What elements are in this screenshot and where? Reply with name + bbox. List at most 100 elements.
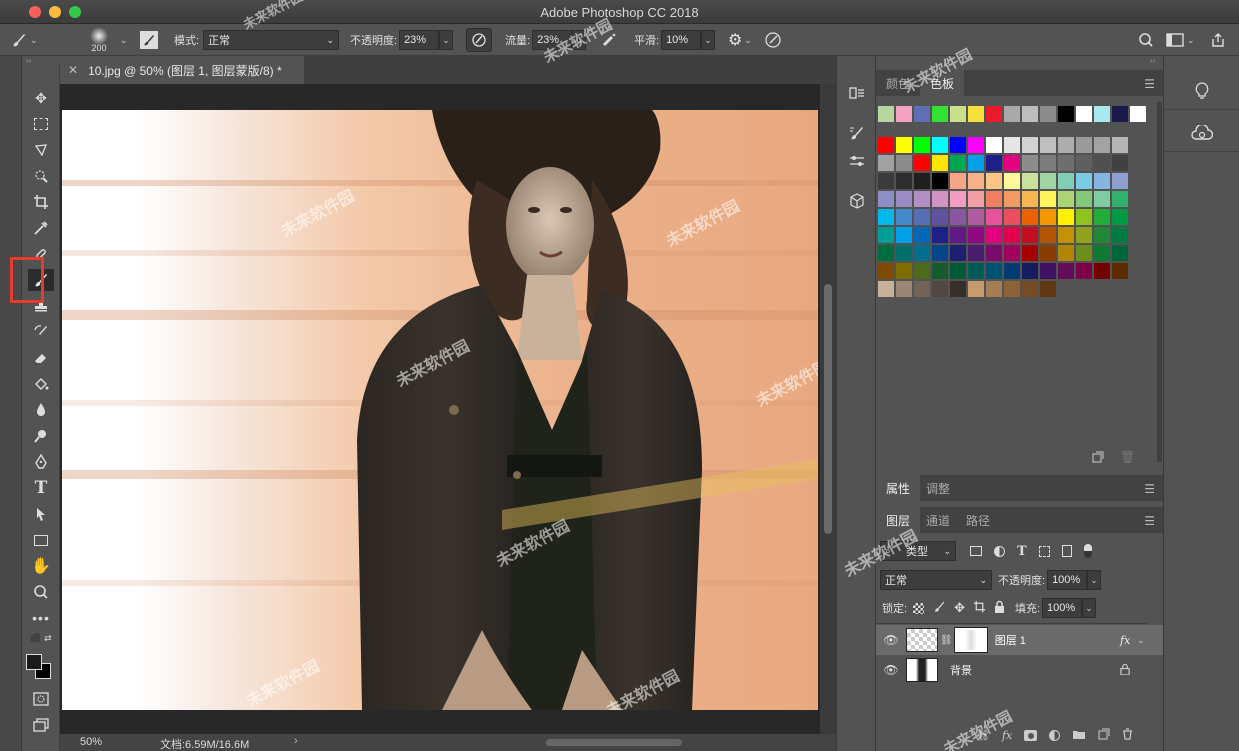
swatch[interactable] (968, 106, 984, 122)
visibility-eye-icon[interactable]: 👁 (876, 663, 906, 677)
swatch[interactable] (950, 191, 966, 207)
swatch[interactable] (914, 227, 930, 243)
swatch[interactable] (1040, 227, 1056, 243)
swatch[interactable] (878, 227, 894, 243)
swatch[interactable] (896, 209, 912, 225)
swatch[interactable] (914, 263, 930, 279)
swatch[interactable] (1004, 155, 1020, 171)
lock-position-icon[interactable]: ✥ (954, 600, 965, 616)
layer-name[interactable]: 背景 (950, 662, 972, 678)
layer-name[interactable]: 图层 1 (995, 632, 1026, 648)
swatch[interactable] (1058, 137, 1074, 153)
visibility-eye-icon[interactable]: 👁 (876, 633, 906, 647)
swatch[interactable] (1112, 263, 1128, 279)
swatch[interactable] (986, 263, 1002, 279)
swatch[interactable] (1040, 209, 1056, 225)
swatch[interactable] (1094, 263, 1110, 279)
swatch[interactable] (1094, 245, 1110, 261)
flow-input[interactable]: 23% (532, 30, 573, 50)
swatch[interactable] (1040, 263, 1056, 279)
swatch[interactable] (896, 191, 912, 207)
swatch[interactable] (1094, 137, 1110, 153)
eyedropper-tool[interactable] (28, 217, 54, 239)
quick-mask-icon[interactable] (28, 688, 54, 710)
swatch[interactable] (1004, 245, 1020, 261)
swatch[interactable] (1022, 155, 1038, 171)
history-panel-icon[interactable] (845, 82, 869, 104)
mode-select[interactable]: 正常 ⌄ (203, 30, 340, 50)
pen-tool[interactable] (28, 451, 54, 473)
brush-panel-toggle-icon[interactable] (140, 31, 158, 49)
swatch[interactable] (896, 227, 912, 243)
swatch[interactable] (1058, 263, 1074, 279)
new-adjustment-layer-icon[interactable] (1049, 730, 1061, 741)
delete-swatch-icon[interactable]: 🗑 (1120, 450, 1135, 464)
mask-link-icon[interactable]: ⛓ (940, 635, 953, 646)
panel-menu-icon[interactable]: ☰ (1144, 482, 1155, 496)
swatch[interactable] (950, 155, 966, 171)
screen-mode-icon[interactable] (28, 714, 54, 736)
swatch[interactable] (1076, 245, 1092, 261)
3d-panel-icon[interactable] (845, 190, 869, 212)
swatch[interactable] (896, 173, 912, 189)
swatch[interactable] (1040, 137, 1056, 153)
layer-opacity-input[interactable]: 100% (1047, 570, 1088, 590)
swatch[interactable] (968, 191, 984, 207)
swatch[interactable] (1094, 155, 1110, 171)
swatch[interactable] (932, 281, 948, 297)
swatch[interactable] (896, 245, 912, 261)
swatch[interactable] (1004, 173, 1020, 189)
swatch[interactable] (1094, 209, 1110, 225)
lasso-tool[interactable] (28, 139, 54, 161)
add-layer-style-icon[interactable]: fx (1002, 729, 1012, 742)
swatch[interactable] (878, 245, 894, 261)
swatch[interactable] (932, 263, 948, 279)
swatch[interactable] (1004, 106, 1020, 122)
link-layers-icon[interactable]: ⛓ (976, 729, 990, 742)
filter-pixel-icon[interactable] (970, 546, 982, 556)
new-group-icon[interactable] (1072, 729, 1086, 743)
swatch[interactable] (932, 155, 948, 171)
panel-menu-icon[interactable]: ☰ (1144, 77, 1155, 91)
opacity-slider-toggle[interactable]: ⌄ (439, 30, 454, 50)
swatch[interactable] (1076, 155, 1092, 171)
document-canvas[interactable]: 未来软件园 未来软件园 未来软件园 未来软件园 未来软件园 未来软件园 未来软件… (62, 110, 818, 710)
swatch[interactable] (950, 245, 966, 261)
swatch[interactable] (1058, 106, 1074, 122)
eraser-tool[interactable] (28, 347, 54, 369)
swatch[interactable] (1058, 209, 1074, 225)
document-tab[interactable]: ✕ 10.jpg @ 50% (图层 1, 图层蒙版/8) * (60, 56, 304, 84)
swatch[interactable] (1112, 209, 1128, 225)
swatch[interactable] (968, 263, 984, 279)
history-brush-tool[interactable] (28, 321, 54, 343)
more-tools-icon[interactable]: ••• (28, 607, 54, 629)
hand-tool[interactable]: ✋ (28, 555, 54, 577)
swatch[interactable] (986, 281, 1002, 297)
swatch[interactable] (1004, 191, 1020, 207)
brushes-panel-icon[interactable] (845, 150, 869, 172)
lock-all-icon[interactable] (994, 600, 1005, 616)
swatch[interactable] (1112, 245, 1128, 261)
collapse-panels-icon[interactable]: ›› (1150, 56, 1155, 66)
swatch[interactable] (896, 263, 912, 279)
swatch[interactable] (968, 155, 984, 171)
swatch[interactable] (1112, 106, 1128, 122)
blur-tool[interactable] (28, 399, 54, 421)
swatch[interactable] (1040, 191, 1056, 207)
swatch[interactable] (1058, 173, 1074, 189)
status-menu-arrow-icon[interactable]: › (294, 735, 298, 747)
swatch[interactable] (914, 281, 930, 297)
libraries-panel-icon[interactable] (1164, 114, 1239, 152)
swatch[interactable] (878, 191, 894, 207)
swatch[interactable] (1022, 173, 1038, 189)
chevron-down-icon[interactable]: ⌄ (30, 35, 38, 46)
swatch[interactable] (1022, 209, 1038, 225)
swatch[interactable] (1112, 191, 1128, 207)
swatch[interactable] (896, 155, 912, 171)
swatch[interactable] (1040, 173, 1056, 189)
filter-type-icon[interactable]: T (1017, 544, 1027, 559)
search-icon[interactable] (1138, 32, 1154, 48)
quick-selection-tool[interactable] (28, 165, 54, 187)
chevron-down-icon[interactable]: ⌄ (120, 35, 128, 46)
horizontal-scroll-thumb[interactable] (546, 739, 682, 746)
